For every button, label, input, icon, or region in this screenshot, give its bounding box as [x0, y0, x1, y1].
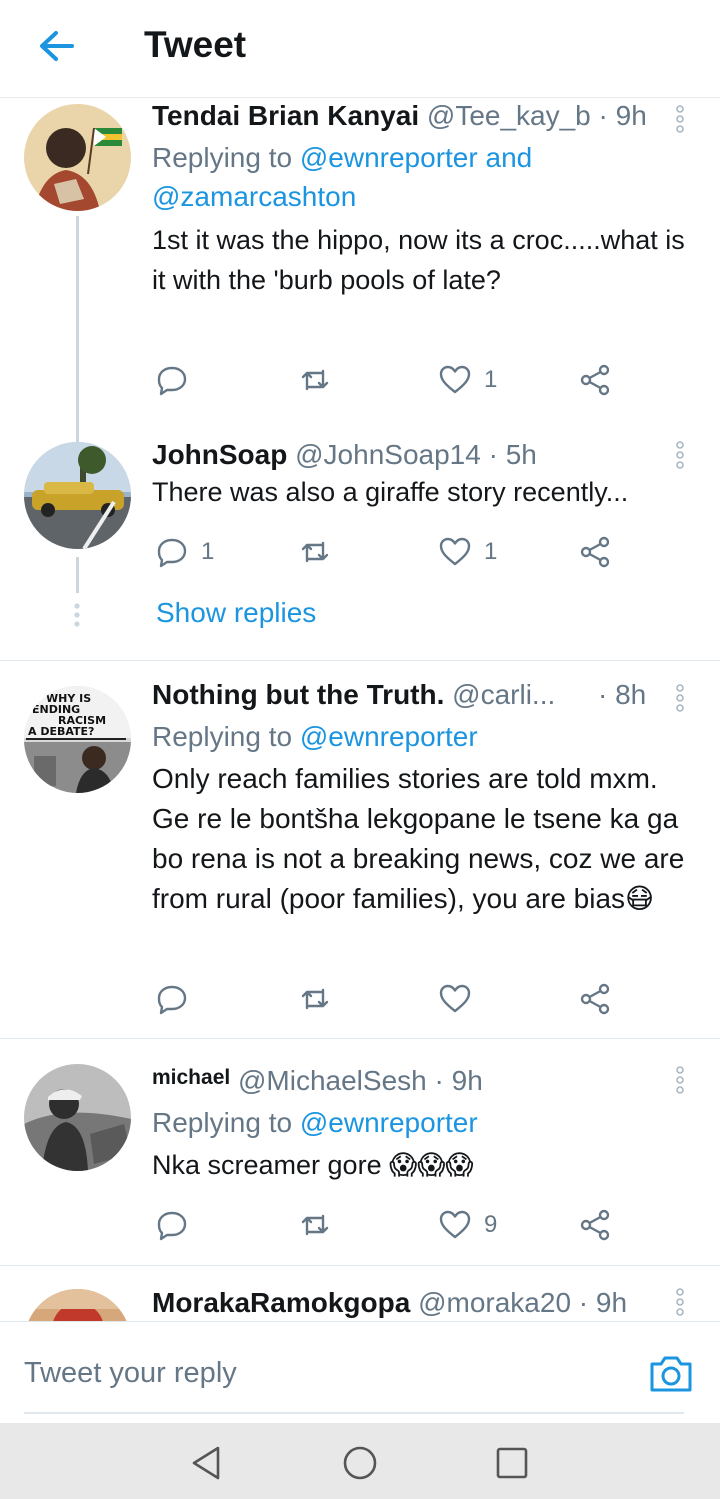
- retweet-icon: [301, 369, 329, 391]
- share-button[interactable]: [578, 979, 612, 1019]
- app-header: Tweet: [0, 0, 720, 98]
- like-button[interactable]: 9: [438, 1205, 497, 1245]
- back-triangle-icon[interactable]: [186, 1443, 226, 1483]
- tweet-actions: 1 1: [152, 532, 632, 572]
- system-nav-bar: [0, 1423, 720, 1499]
- avatar[interactable]: [24, 104, 131, 211]
- share-icon: [580, 364, 610, 396]
- share-button[interactable]: [578, 360, 612, 400]
- replying-to: Replying to @ewnreporter: [152, 721, 478, 752]
- divider: [0, 1038, 720, 1039]
- share-button[interactable]: [578, 1205, 612, 1245]
- reply-icon: [157, 1211, 187, 1241]
- more-options-icon[interactable]: [674, 683, 686, 713]
- camera-icon[interactable]: [648, 1354, 694, 1394]
- author-handle: @moraka20: [418, 1287, 572, 1318]
- author-handle: @Tee_kay_b: [426, 100, 591, 131]
- back-arrow-icon[interactable]: [36, 26, 76, 66]
- like-button[interactable]: 1: [438, 360, 497, 400]
- mention-link[interactable]: @ewnreporter: [300, 721, 478, 752]
- like-button[interactable]: [438, 979, 472, 1019]
- heart-icon: [439, 365, 471, 394]
- tweet-text: There was also a giraffe story recently.…: [152, 477, 629, 507]
- page-title: Tweet: [144, 24, 247, 65]
- mention-link[interactable]: @ewnreporter: [300, 142, 478, 173]
- share-button[interactable]: [578, 532, 612, 572]
- like-count: 1: [484, 538, 498, 565]
- more-options-icon[interactable]: [674, 104, 686, 134]
- replying-to: Replying to @ewnreporter: [152, 1107, 478, 1138]
- reply-button[interactable]: [155, 1205, 189, 1245]
- author-name[interactable]: MorakaRamokgopa: [152, 1287, 410, 1318]
- tweet-actions: 1: [152, 360, 632, 400]
- reply-icon: [157, 985, 187, 1015]
- tweet-actions: 9: [152, 1205, 632, 1245]
- share-icon: [580, 983, 610, 1015]
- retweet-button[interactable]: [298, 360, 332, 400]
- svg-text:A DEBATE?: A DEBATE?: [28, 725, 94, 738]
- tweet-time: · 8h: [598, 679, 647, 710]
- more-options-icon[interactable]: [674, 1287, 686, 1317]
- tweet-time: · 5h: [488, 439, 537, 470]
- avatar[interactable]: [24, 1064, 131, 1171]
- retweet-button[interactable]: [298, 532, 332, 572]
- reply-button[interactable]: [155, 979, 189, 1019]
- author-name[interactable]: michael: [152, 1066, 230, 1089]
- like-count: 9: [484, 1211, 498, 1238]
- tweet-header: JohnSoap @JohnSoap14 · 5h: [152, 438, 686, 472]
- avatar[interactable]: [24, 1289, 131, 1321]
- tweet-time: · 9h: [434, 1065, 483, 1096]
- tweet-text: Nka screamer gore 😱😱😱: [152, 1150, 474, 1180]
- author-name[interactable]: Tendai Brian Kanyai: [152, 100, 419, 131]
- author-name[interactable]: Nothing but the Truth.: [152, 679, 444, 710]
- avatar[interactable]: WHY IS ENDING RACISM A DEBATE?: [24, 686, 131, 793]
- tweet-text: 1st it was the hippo, now its a croc....…: [152, 225, 685, 295]
- replies-feed: Tendai Brian Kanyai @Tee_kay_b · 9h Repl…: [0, 99, 720, 1321]
- tweet-header: michael @MichaelSesh · 9h: [152, 1061, 686, 1098]
- replying-to: Replying to @ewnreporter and @zamarcasht…: [152, 142, 533, 212]
- tweet-text: Only reach families stories are told mxm…: [152, 763, 685, 914]
- reply-icon: [157, 538, 187, 568]
- reply-button[interactable]: [155, 360, 189, 400]
- like-count: 1: [484, 366, 498, 393]
- like-button[interactable]: 1: [438, 532, 497, 572]
- thread-line: [76, 557, 79, 593]
- reply-composer: [0, 1321, 720, 1423]
- reply-input[interactable]: [24, 1334, 684, 1414]
- more-options-icon[interactable]: [674, 440, 686, 470]
- recents-square-icon[interactable]: [492, 1443, 532, 1483]
- mention-link[interactable]: @zamarcashton: [152, 181, 356, 212]
- avatar[interactable]: [24, 442, 131, 549]
- tweet-time: · 9h: [598, 100, 647, 131]
- retweet-button[interactable]: [298, 1205, 332, 1245]
- author-handle: @carli...: [452, 679, 556, 710]
- tweet-time: · 9h: [578, 1287, 628, 1318]
- heart-icon: [439, 537, 471, 566]
- retweet-icon: [301, 988, 329, 1010]
- author-handle: @JohnSoap14: [295, 439, 481, 470]
- tweet-header: MorakaRamokgopa @moraka20 · 9h: [152, 1286, 686, 1320]
- tweet-header: Tendai Brian Kanyai @Tee_kay_b · 9h: [152, 99, 686, 133]
- author-handle: @MichaelSesh: [238, 1065, 427, 1096]
- mention-link[interactable]: @ewnreporter: [300, 1107, 478, 1138]
- share-icon: [580, 1209, 610, 1241]
- reply-icon: [157, 366, 187, 396]
- more-options-icon[interactable]: [674, 1065, 686, 1095]
- author-name[interactable]: JohnSoap: [152, 439, 287, 470]
- divider: [0, 660, 720, 661]
- heart-icon: [439, 984, 471, 1013]
- share-icon: [580, 536, 610, 568]
- retweet-icon: [301, 541, 329, 563]
- heart-icon: [439, 1210, 471, 1239]
- retweet-icon: [301, 1214, 329, 1236]
- reply-count: 1: [201, 538, 215, 565]
- reply-button[interactable]: 1: [155, 532, 214, 572]
- tweet-actions: [152, 979, 632, 1019]
- thread-continuation-icon: [74, 603, 80, 627]
- divider: [0, 1265, 720, 1266]
- tweet-header: Nothing but the Truth. @carli... · 8h: [152, 678, 686, 712]
- retweet-button[interactable]: [298, 979, 332, 1019]
- home-circle-icon[interactable]: [340, 1443, 380, 1483]
- show-replies-link[interactable]: Show replies: [156, 597, 316, 629]
